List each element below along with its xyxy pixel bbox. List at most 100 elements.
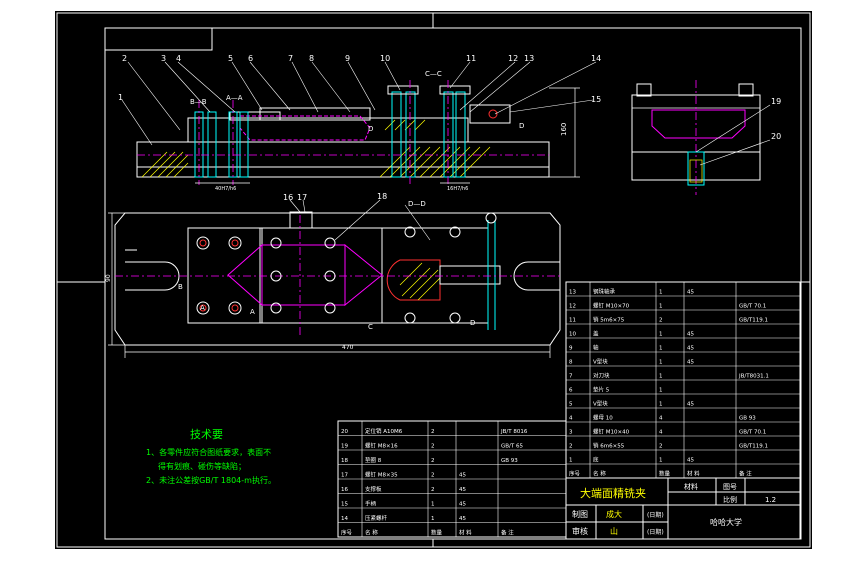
- parts-right-row-11-name: 销 5m6×75: [593, 316, 625, 324]
- callout-5: 5: [228, 54, 233, 63]
- parts-left-row-15-mat: 45: [459, 502, 466, 508]
- drawing-title: 大端面精铣夹: [580, 486, 646, 500]
- section-a-top: A: [200, 304, 205, 312]
- date-1: (日期): [647, 511, 664, 519]
- front-dim-small-1: 40H7/h6: [215, 186, 236, 192]
- section-dd-label: D—D: [408, 200, 426, 208]
- tech-line-2: 得有划痕、碰伤等缺陷；: [158, 461, 246, 471]
- callout-18: 18: [377, 192, 387, 201]
- parts-right-row-9-name: 轴: [593, 344, 599, 352]
- parts-right-row-9-qty: 1: [659, 346, 663, 352]
- parts-right-header-std: 备 注: [739, 470, 752, 478]
- parts-left-row-20-name: 定位销 A10M6: [365, 427, 403, 435]
- parts-right-row-6-qty: 1: [659, 388, 663, 394]
- parts-right-row-7-qty: 1: [659, 374, 663, 380]
- parts-left-header-name: 名 称: [365, 529, 378, 537]
- date-2: (日期): [647, 528, 664, 536]
- checked-name: 山: [610, 526, 618, 536]
- parts-right-header-qty: 数量: [659, 470, 671, 478]
- parts-right-row-2-name: 销 6m6×55: [593, 442, 625, 450]
- callout-14: 14: [591, 54, 601, 63]
- parts-right-row-7-no: 7: [569, 374, 573, 380]
- section-b-top: B: [178, 283, 183, 291]
- parts-right-row-2-qty: 2: [659, 444, 663, 450]
- section-bb-label: B—B: [190, 98, 207, 106]
- parts-left-row-20-std: JB/T 8016: [500, 429, 528, 435]
- callout-7: 7: [288, 54, 293, 63]
- parts-left-row-14-no: 14: [341, 516, 348, 522]
- callout-13: 13: [524, 54, 534, 63]
- parts-right-row-4-no: 4: [569, 416, 573, 422]
- parts-left-header-std: 备 注: [501, 529, 514, 537]
- parts-left-row-20-qty: 2: [431, 429, 435, 435]
- drawing-no-label: 图号: [723, 483, 737, 491]
- section-d-label-front2: D: [519, 122, 524, 130]
- parts-left-row-16-name: 支撑板: [365, 485, 382, 493]
- callout-20: 20: [771, 132, 781, 141]
- parts-right-row-11-no: 11: [569, 318, 576, 324]
- parts-left-row-18-std: GB 93: [501, 458, 518, 464]
- parts-right-row-13-qty: 1: [659, 290, 663, 296]
- checked-label: 审核: [572, 526, 588, 536]
- parts-right-row-10-mat: 45: [687, 332, 694, 338]
- parts-left-row-14-mat: 45: [459, 516, 466, 522]
- parts-left-row-19-no: 19: [341, 444, 348, 450]
- parts-right-row-4-name: 螺母 10: [593, 414, 613, 422]
- parts-right-row-10-no: 10: [569, 332, 576, 338]
- parts-left-header-mat: 材 料: [459, 529, 472, 537]
- top-width-label: 470: [342, 344, 354, 351]
- parts-right-row-3-name: 螺钉 M10×40: [593, 428, 630, 436]
- parts-right-row-2-no: 2: [569, 444, 573, 450]
- parts-right-row-3-no: 3: [569, 430, 573, 436]
- parts-right-row-6-no: 6: [569, 388, 573, 394]
- parts-right-row-10-qty: 1: [659, 332, 663, 338]
- parts-right-row-1-no: 1: [569, 458, 573, 464]
- parts-left-row-18-name: 垫圈 8: [365, 456, 382, 464]
- parts-right-row-12-name: 螺钉 M10×70: [593, 302, 630, 310]
- callout-3: 3: [161, 54, 166, 63]
- parts-left-row-18-qty: 2: [431, 458, 435, 464]
- parts-left-row-15-qty: 1: [431, 502, 435, 508]
- parts-left-row-17-name: 螺钉 M8×35: [365, 471, 398, 479]
- parts-right-row-5-name: V型块: [593, 400, 608, 408]
- parts-left-row-17-qty: 2: [431, 473, 435, 479]
- parts-left-row-17-mat: 45: [459, 473, 466, 479]
- section-d-label-front: D: [368, 125, 373, 133]
- front-height-label: 160: [560, 123, 568, 136]
- parts-right-row-3-std: GB/T 70.1: [739, 430, 766, 436]
- callout-15: 15: [591, 95, 601, 104]
- parts-left-row-15-name: 手柄: [365, 500, 377, 508]
- drawn-name: 成大: [606, 509, 622, 519]
- parts-right-row-8-name: V型块: [593, 358, 608, 366]
- tech-line-3: 2、未注公差按GB/T 1804-m执行。: [146, 475, 276, 485]
- parts-right-row-1-qty: 1: [659, 458, 663, 464]
- parts-right-row-12-std: GB/T 70.1: [739, 304, 766, 310]
- parts-right-row-13-no: 13: [569, 290, 576, 296]
- scale-label: 比例: [723, 495, 737, 504]
- callout-17: 17: [297, 193, 307, 202]
- parts-right-row-11-qty: 2: [659, 318, 663, 324]
- callout-16: 16: [283, 193, 293, 202]
- parts-right-row-5-no: 5: [569, 402, 573, 408]
- parts-left-row-14-name: 压紧螺杆: [365, 514, 388, 522]
- parts-right-row-5-mat: 45: [687, 402, 694, 408]
- parts-right-row-4-qty: 4: [659, 416, 663, 422]
- parts-right-header-name: 名 称: [593, 470, 606, 478]
- parts-left-row-19-std: GB/T 65: [501, 444, 523, 450]
- section-d-top: D: [470, 319, 475, 327]
- parts-right-row-13-name: 钢珠轴承: [593, 288, 616, 296]
- callout-11: 11: [466, 54, 476, 63]
- scale-value: 1.2: [765, 496, 776, 504]
- parts-right-row-9-no: 9: [569, 346, 573, 352]
- parts-right-row-10-name: 盖: [593, 330, 599, 338]
- tech-title: 技术要: [190, 428, 223, 441]
- parts-right-row-3-qty: 4: [659, 430, 663, 436]
- callout-10: 10: [380, 54, 390, 63]
- school-name: 哈哈大学: [710, 517, 742, 527]
- parts-left-row-16-mat: 45: [459, 487, 466, 493]
- parts-right-row-5-qty: 1: [659, 402, 663, 408]
- callout-2: 2: [122, 54, 127, 63]
- parts-left-row-16-no: 16: [341, 487, 348, 493]
- parts-right-row-9-mat: 45: [687, 346, 694, 352]
- parts-left-row-14-qty: 1: [431, 516, 435, 522]
